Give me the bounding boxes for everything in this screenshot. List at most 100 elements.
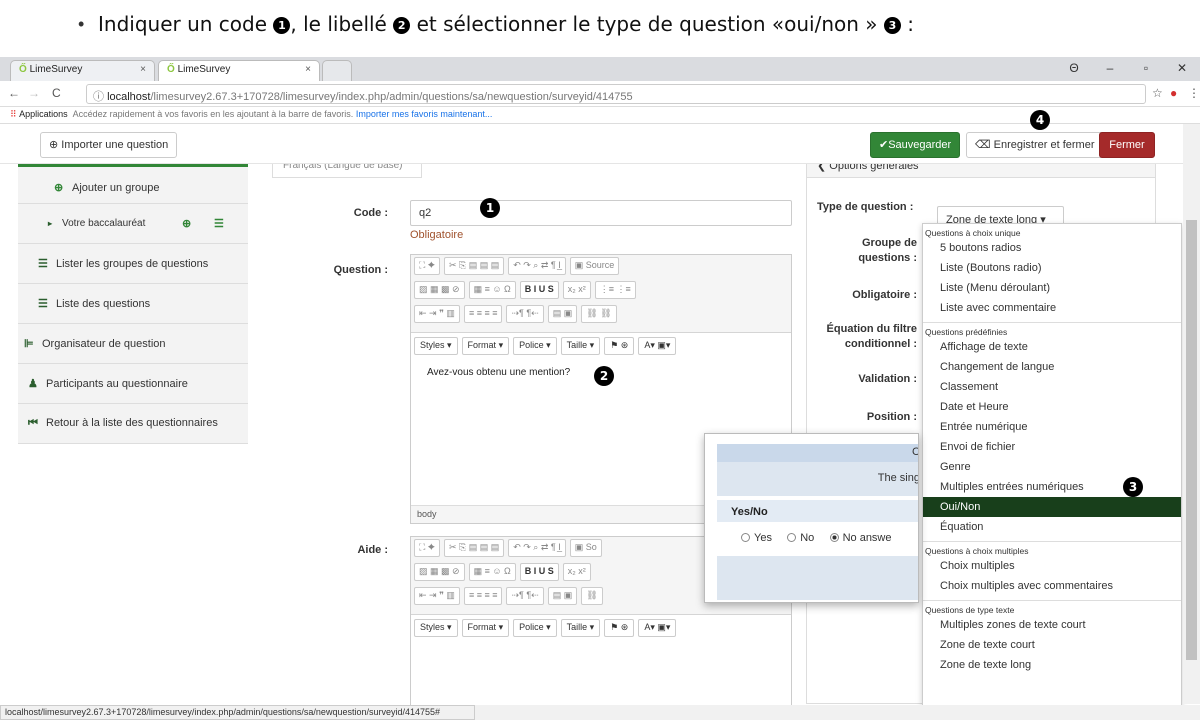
direction-tools[interactable]: ⇢¶ ¶⇠ [506,305,544,323]
font-dropdown[interactable]: Police ▾ [513,337,557,355]
save-and-close-button[interactable]: ⌫ Enregistrer et fermer [966,132,1104,158]
language-tab[interactable]: Français (Langue de base) [272,164,422,178]
color-tools[interactable]: A▾ ▣▾ [638,619,677,637]
sidebar-item-organizer[interactable]: ⊫ Organisateur de question [18,324,248,364]
import-question-button[interactable]: ⊕ Importer une question [40,132,178,158]
radio-yes[interactable] [741,533,750,542]
browser-tab-2[interactable]: Ő LimeSurvey × [158,60,320,81]
insert-tools[interactable]: ▦ ≡ ☺ Ω [468,281,516,299]
code-input[interactable]: q2 [410,200,792,226]
menu-icon[interactable]: ⋮ [1188,86,1200,100]
maximize-icon[interactable]: ▫ [1128,57,1164,81]
list-item[interactable]: Multiples entrées numériques 3 [923,477,1181,497]
size-dropdown[interactable]: Taille ▾ [560,619,601,637]
script-tools[interactable]: x₂ x² [562,563,591,581]
sidebar-item-add-group[interactable]: ⊕ Ajouter un groupe [18,168,248,204]
list-item[interactable]: Liste (Boutons radio) [923,258,1181,278]
list-item[interactable]: Envoi de fichier [923,437,1181,457]
list-item[interactable]: Équation [923,517,1181,537]
undo-redo-tools[interactable]: ↶ ↷ ⌕ ⇄ ¶ I̲ [508,257,566,275]
indent-tools[interactable]: ⇤ ⇥ ❞ ▥ [414,587,460,605]
format-dropdown[interactable]: Format ▾ [461,337,510,355]
sidebar-item-group[interactable]: ▸ Votre baccalauréat ⊕ ☰ [18,204,248,244]
list-item[interactable]: Entrée numérique [923,417,1181,437]
list-item[interactable]: Zone de texte long [923,655,1181,675]
media-tools[interactable]: ▨ ▦ ▩ ⊘ [414,563,465,581]
general-options-header[interactable]: ❮ Options générales [806,164,1156,178]
scrollbar-thumb[interactable] [1186,220,1197,660]
apps-link[interactable]: Applications [19,109,68,119]
script-tools[interactable]: x₂ x² [562,281,591,299]
format-tools[interactable]: B I U S [519,563,559,581]
direction-tools[interactable]: ⇢¶ ¶⇠ [506,587,544,605]
list-item-selected[interactable]: Oui/Non [923,497,1181,517]
list-item[interactable]: Choix multiples [923,556,1181,576]
list-item[interactable]: Classement [923,377,1181,397]
align-tools[interactable]: ≡ ≡ ≡ ≡ [463,587,503,605]
list-item[interactable]: Changement de langue [923,357,1181,377]
add-question-icon[interactable]: ⊕ [182,217,196,230]
tab-close-icon[interactable]: × [305,64,311,75]
profile-icon[interactable]: Θ [1056,57,1092,81]
link-tools[interactable]: ⛓ ⛓ [581,305,617,323]
list-item[interactable]: Liste avec commentaire [923,298,1181,318]
forward-icon[interactable]: → [28,86,40,100]
question-text[interactable]: Avez-vous obtenu une mention? [427,367,570,378]
reload-icon[interactable]: C [52,86,61,100]
url-input[interactable]: ⓘ localhost/limesurvey2.67.3+170728/lime… [86,84,1146,104]
bookmark-star-icon[interactable]: ☆ [1152,86,1163,100]
radio-no[interactable] [787,533,797,542]
radio-no-answer[interactable] [829,533,839,542]
list-item[interactable]: Affichage de texte [923,337,1181,357]
template-tools[interactable]: ▤ ▣ [547,305,578,323]
clipboard-tools[interactable]: ✂ ⎘ ▤ ▤ ▤ [443,539,505,557]
new-tab-button[interactable] [322,60,352,81]
save-button[interactable]: ✔Sauvegarder [870,132,961,158]
extension-icon[interactable]: ● [1170,86,1177,100]
font-dropdown[interactable]: Police ▾ [513,619,557,637]
styles-dropdown[interactable]: Styles ▾ [414,337,458,355]
format-dropdown[interactable]: Format ▾ [461,619,510,637]
color-tools[interactable]: A▾ ▣▾ [638,337,677,355]
format-tools[interactable]: B I U S [519,281,559,299]
sidebar-item-list-groups[interactable]: ☰ Lister les groupes de questions [18,244,248,284]
window-close-icon[interactable]: ✕ [1164,57,1200,81]
back-icon[interactable]: ← [8,86,20,100]
page-scrollbar[interactable] [1183,124,1200,704]
sidebar-item-participants[interactable]: ♟ Participants au questionnaire [18,364,248,404]
sidebar-item-back[interactable]: ⏮ Retour à la liste des questionnaires [18,404,248,444]
indent-tools[interactable]: ⇤ ⇥ ❞ ▥ [414,305,460,323]
link-tools[interactable]: ⛓ [581,587,603,605]
flag-tools[interactable]: ⚑ ⊛ [604,337,635,355]
source-button[interactable]: ▣ So [569,539,602,557]
import-bookmarks-link[interactable]: Importer mes favoris maintenant... [356,109,493,119]
list-item[interactable]: Multiples zones de texte court [923,615,1181,635]
tab-close-icon[interactable]: × [140,64,146,75]
list-item[interactable]: Date et Heure [923,397,1181,417]
list-item[interactable]: Genre [923,457,1181,477]
undo-redo-tools[interactable]: ↶ ↷ ⌕ ⇄ ¶ I̲ [508,539,566,557]
horizontal-scrollbar[interactable] [475,705,1200,720]
media-tools[interactable]: ▨ ▦ ▩ ⊘ [414,281,465,299]
maximize-tool-icon[interactable]: ⛶ ✦ [414,257,440,275]
apps-grid-icon[interactable]: ⠿ [10,109,17,119]
list-icon[interactable]: ☰ [214,217,228,230]
insert-tools[interactable]: ▦ ≡ ☺ Ω [468,563,516,581]
list-tools[interactable]: ⋮≡ ⋮≡ [594,281,636,299]
source-button[interactable]: ▣ Source [569,257,620,275]
list-item[interactable]: 5 boutons radios [923,238,1181,258]
list-item[interactable]: Liste (Menu déroulant) [923,278,1181,298]
question-type-list[interactable]: Questions à choix unique 5 boutons radio… [922,223,1182,706]
browser-tab-1[interactable]: Ő LimeSurvey × [10,60,155,81]
list-item[interactable]: Zone de texte court [923,635,1181,655]
clipboard-tools[interactable]: ✂ ⎘ ▤ ▤ ▤ [443,257,505,275]
styles-dropdown[interactable]: Styles ▾ [414,619,458,637]
minimize-icon[interactable]: – [1092,57,1128,81]
close-button[interactable]: Fermer [1099,132,1155,158]
list-item[interactable]: Choix multiples avec commentaires [923,576,1181,596]
maximize-tool-icon[interactable]: ⛶ ✦ [414,539,440,557]
sidebar-item-list-questions[interactable]: ☰ Liste des questions [18,284,248,324]
template-tools[interactable]: ▤ ▣ [547,587,578,605]
size-dropdown[interactable]: Taille ▾ [560,337,601,355]
align-tools[interactable]: ≡ ≡ ≡ ≡ [463,305,503,323]
